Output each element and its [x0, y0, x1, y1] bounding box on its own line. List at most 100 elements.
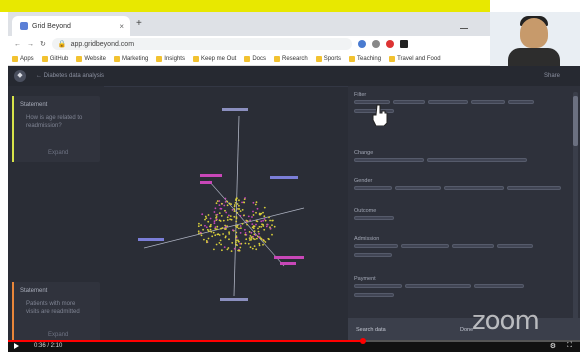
forward-icon[interactable]: →: [27, 41, 34, 48]
filter-chip[interactable]: [444, 186, 504, 190]
search-data-button[interactable]: Search data: [356, 327, 386, 333]
filter-chip[interactable]: [427, 158, 527, 162]
data-point: [236, 211, 239, 214]
filter-chip[interactable]: [405, 284, 471, 288]
browser-tab[interactable]: Grid Beyond ×: [12, 16, 130, 36]
play-icon[interactable]: [14, 343, 19, 349]
bookmark-item[interactable]: Keep me Out: [192, 55, 236, 62]
filter-chip[interactable]: [354, 244, 398, 248]
card-accent: [12, 96, 14, 162]
breadcrumb[interactable]: ← Diabetes data analysis: [36, 73, 104, 79]
back-icon[interactable]: ←: [14, 41, 21, 48]
progress-bar[interactable]: [8, 338, 580, 344]
filter-chip[interactable]: [474, 284, 524, 288]
diagonal-axis: [143, 207, 305, 249]
minimize-icon[interactable]: [460, 28, 468, 29]
scrollbar[interactable]: [573, 92, 578, 332]
data-point: [254, 234, 257, 237]
statement-card[interactable]: Statement Patients with more visits are …: [12, 282, 100, 344]
bookmark-item[interactable]: Docs: [244, 55, 266, 62]
bookmark-item[interactable]: Insights: [156, 55, 185, 62]
progress-knob[interactable]: [359, 338, 366, 344]
cluster-label: [200, 181, 212, 184]
card-title: Statement: [20, 288, 48, 294]
data-point: [224, 209, 226, 212]
filter-chip[interactable]: [507, 186, 561, 190]
filter-chip[interactable]: [428, 100, 468, 104]
bookmark-label: Sports: [323, 55, 342, 62]
extension-icon[interactable]: [357, 40, 366, 48]
bookmark-item[interactable]: Teaching: [349, 55, 381, 62]
data-point: [244, 233, 247, 236]
bookmark-item[interactable]: Travel and Food: [389, 55, 441, 62]
filter-chip[interactable]: [452, 244, 494, 248]
data-point: [214, 226, 217, 229]
record-icon[interactable]: [385, 40, 394, 48]
cluster-visualization[interactable]: [104, 86, 348, 344]
bookmark-item[interactable]: Apps: [12, 55, 34, 62]
data-point: [205, 226, 208, 229]
axis-label-left: [138, 238, 164, 241]
statement-card[interactable]: Statement How is age related to readmiss…: [12, 96, 100, 162]
card-expand[interactable]: Expand: [48, 332, 68, 338]
data-point: [251, 247, 254, 250]
data-point: [248, 231, 251, 233]
bookmark-item[interactable]: GitHub: [41, 55, 68, 62]
logo-icon[interactable]: ◆: [14, 70, 26, 82]
filter-chip[interactable]: [401, 244, 449, 248]
chip-group: [354, 244, 564, 262]
filter-chip[interactable]: [354, 253, 392, 257]
extension-icon[interactable]: [399, 40, 408, 48]
bookmark-label: Apps: [20, 55, 34, 62]
section-label: Filter: [354, 92, 367, 98]
filter-chip[interactable]: [393, 100, 425, 104]
filter-chip[interactable]: [497, 244, 533, 248]
folder-icon: [12, 55, 18, 62]
card-expand[interactable]: Expand: [48, 150, 68, 156]
data-point: [243, 214, 245, 217]
data-point: [255, 201, 258, 204]
filter-chip[interactable]: [471, 100, 505, 104]
data-point: [224, 235, 227, 238]
data-point: [247, 215, 250, 218]
data-point: [231, 209, 234, 211]
filter-chip[interactable]: [354, 216, 394, 220]
new-tab-icon[interactable]: +: [136, 18, 142, 29]
reload-icon[interactable]: ↻: [40, 40, 46, 48]
data-point: [226, 200, 229, 203]
data-point: [201, 213, 204, 216]
bookmark-item[interactable]: Research: [274, 55, 308, 62]
close-tab-icon[interactable]: ×: [119, 22, 124, 31]
filter-chip[interactable]: [354, 158, 424, 162]
progress-fill: [8, 340, 363, 342]
extension-icon[interactable]: [371, 40, 380, 48]
data-point: [240, 227, 242, 230]
data-point: [228, 214, 230, 217]
filter-chip[interactable]: [354, 284, 402, 288]
filter-chip[interactable]: [508, 100, 534, 104]
data-point: [225, 228, 227, 230]
data-point: [218, 200, 221, 202]
filter-chip[interactable]: [395, 186, 441, 190]
yellow-banner: [0, 0, 490, 12]
top-strip: [0, 0, 580, 12]
gear-icon[interactable]: ⚙: [550, 342, 556, 350]
share-button[interactable]: Share: [544, 73, 560, 79]
data-point: [230, 203, 232, 205]
bookmark-item[interactable]: Website: [76, 55, 106, 62]
filter-chip[interactable]: [354, 186, 392, 190]
data-point: [253, 230, 256, 233]
address-bar[interactable]: 🔒 app.gridbeyond.com: [51, 38, 352, 50]
filter-chip[interactable]: [354, 293, 394, 297]
data-point: [199, 231, 202, 234]
bookmark-item[interactable]: Marketing: [113, 55, 148, 62]
data-point: [227, 247, 230, 249]
data-point: [255, 248, 258, 251]
fullscreen-icon[interactable]: ⛶: [567, 342, 572, 350]
bookmark-item[interactable]: Sports: [315, 55, 342, 62]
data-point: [211, 235, 214, 238]
data-point: [207, 237, 210, 240]
data-point: [235, 216, 238, 219]
data-point: [228, 238, 230, 241]
scrollbar-thumb[interactable]: [573, 96, 578, 146]
